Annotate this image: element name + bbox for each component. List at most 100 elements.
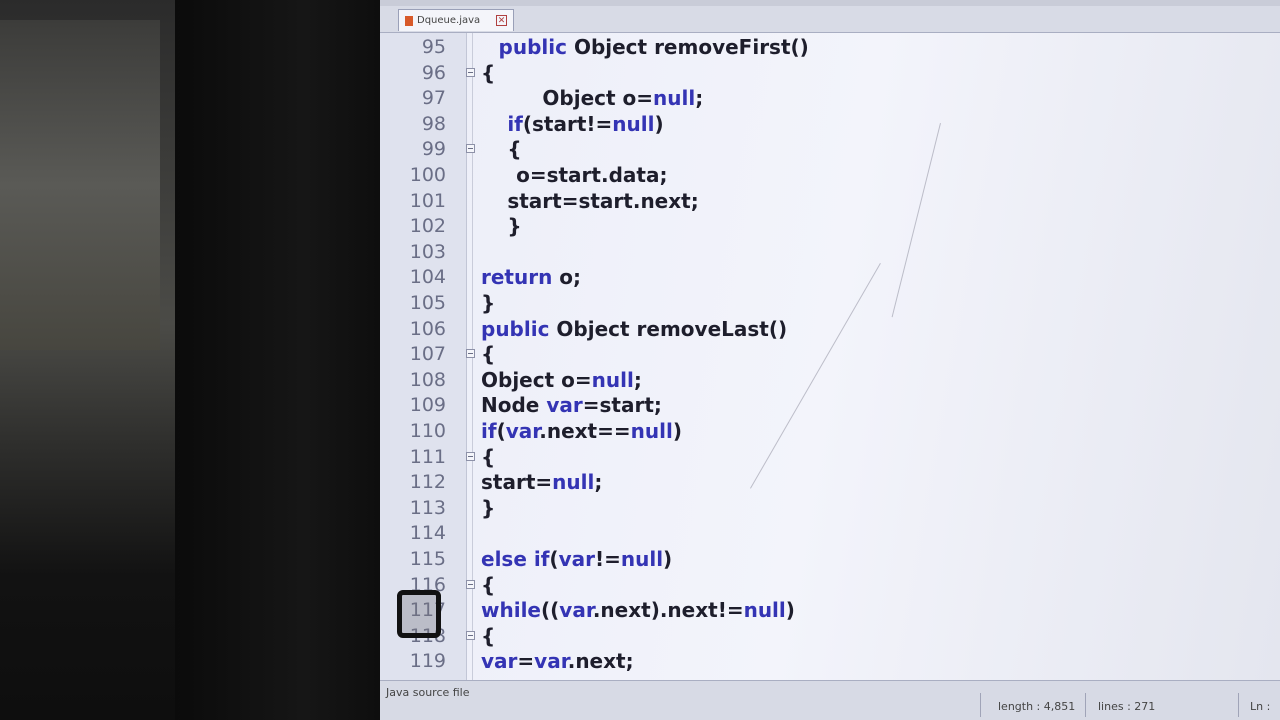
code-token: .next).next!=: [592, 598, 744, 623]
code-token: Node: [481, 393, 547, 418]
code-token: o=start.data;: [516, 163, 668, 187]
code-line[interactable]: 115 else if(var!=null): [380, 547, 1280, 572]
code-token: ;: [594, 470, 603, 495]
line-number: 102: [409, 215, 446, 238]
code-text: Object o=null;: [542, 86, 703, 111]
keyword-token: var: [534, 649, 568, 674]
java-file-icon: [405, 15, 413, 26]
line-number: 97: [421, 87, 446, 110]
line-number: 105: [409, 292, 446, 314]
code-line[interactable]: 117 while((var.next).next!=null): [380, 598, 1280, 623]
code-token: {: [507, 137, 522, 162]
code-text: start=null;: [481, 470, 602, 495]
line-number: 96: [421, 61, 446, 84]
code-text: if(start!=null): [507, 112, 663, 137]
line-number: 113: [409, 496, 446, 519]
line-number: 111: [409, 445, 446, 468]
code-line[interactable]: 111 {: [380, 445, 1280, 470]
code-text: else if(var!=null): [481, 547, 672, 572]
code-line[interactable]: 103: [380, 240, 1280, 265]
code-token: =: [517, 649, 535, 674]
fold-toggle-icon[interactable]: [466, 630, 475, 640]
fold-toggle-icon[interactable]: [466, 144, 475, 154]
code-line[interactable]: 95 public Object removeFirst(): [380, 35, 1280, 60]
background-left: [0, 0, 175, 720]
code-text: Object o=null;: [481, 368, 642, 393]
monitor-bezel: [175, 0, 390, 720]
code-token: {: [481, 623, 496, 648]
code-line[interactable]: 96 {: [380, 61, 1280, 86]
code-token: }: [507, 214, 522, 239]
code-line[interactable]: 119 var=var.next;: [380, 649, 1280, 674]
code-token: (start!=: [522, 111, 613, 136]
line-number: 100: [409, 164, 446, 186]
keyword-token: null: [630, 419, 673, 443]
line-number: 112: [409, 471, 446, 494]
code-token: Object removeLast(): [549, 316, 788, 341]
tab-dqueue-java[interactable]: Dqueue.java ✕: [398, 9, 514, 31]
keyword-token: return: [481, 265, 553, 290]
code-token: ;: [695, 86, 704, 111]
code-token: ): [654, 111, 664, 136]
code-line[interactable]: 118{: [380, 624, 1280, 649]
keyword-token: null: [552, 470, 595, 495]
background-panel: [0, 20, 160, 350]
line-number: 119: [409, 650, 446, 673]
line-number: 107: [409, 343, 446, 366]
keyword-token: var: [505, 419, 540, 443]
code-line[interactable]: 102}: [380, 214, 1280, 239]
code-text: var=var.next;: [481, 649, 634, 674]
code-editor[interactable]: 95 public Object removeFirst() 96 {97 Object…: [380, 33, 1280, 680]
line-number: 101: [409, 189, 446, 212]
code-line[interactable]: 110 if(var.next==null): [380, 419, 1280, 444]
keyword-token: public: [498, 35, 567, 59]
fold-toggle-icon[interactable]: [466, 451, 475, 461]
code-line[interactable]: 100 o=start.data;: [380, 163, 1280, 188]
code-text: return o;: [481, 265, 581, 290]
code-text: Node var=start;: [481, 393, 662, 418]
line-number: 98: [421, 112, 446, 135]
keyword-token: if: [507, 111, 523, 136]
code-line[interactable]: 112 start=null;: [380, 470, 1280, 495]
status-bar: Java source file length : 4,851 lines : …: [380, 680, 1280, 720]
fold-toggle-icon[interactable]: [466, 349, 475, 359]
code-text: if(var.next==null): [481, 419, 682, 444]
code-token: Object o=: [542, 86, 654, 111]
code-token: Object removeFirst(): [566, 35, 809, 59]
code-text: {: [481, 445, 495, 470]
code-line[interactable]: 105}: [380, 291, 1280, 316]
code-text: start=start.next;: [507, 189, 698, 214]
code-line[interactable]: 106 public Object removeLast(): [380, 317, 1280, 342]
keyword-token: else if: [481, 547, 550, 571]
code-token: =start;: [582, 393, 662, 418]
code-line[interactable]: 109 Node var=start;: [380, 393, 1280, 418]
code-line[interactable]: 108 Object o=null;: [380, 368, 1280, 393]
fold-toggle-icon[interactable]: [466, 579, 475, 589]
code-token: ): [785, 598, 795, 623]
code-line[interactable]: 101 start=start.next;: [380, 189, 1280, 214]
code-line[interactable]: 104 return o;: [380, 265, 1280, 290]
close-icon[interactable]: ✕: [496, 15, 507, 26]
code-line[interactable]: 107 {: [380, 342, 1280, 367]
code-line[interactable]: 99 {: [380, 137, 1280, 162]
code-token: .next;: [567, 649, 634, 674]
code-line[interactable]: 98 if(start!=null): [380, 112, 1280, 137]
line-number: 103: [409, 240, 446, 263]
code-line[interactable]: 97 Object o=null;: [380, 86, 1280, 111]
code-text: {: [481, 624, 495, 649]
lines-indicator: lines : 271: [1098, 700, 1156, 713]
code-line[interactable]: 114: [380, 521, 1280, 546]
keyword-token: null: [620, 547, 664, 571]
code-text: o=start.data;: [516, 163, 667, 188]
code-token: }: [481, 291, 496, 315]
length-indicator: length : 4,851: [998, 700, 1076, 713]
code-line[interactable]: 116{: [380, 573, 1280, 598]
code-token: !=: [594, 547, 621, 571]
keyword-token: var: [559, 598, 593, 623]
line-number: 99: [421, 138, 446, 161]
line-number: 115: [409, 548, 446, 570]
line-number: 108: [409, 368, 446, 391]
fold-toggle-icon[interactable]: [466, 67, 475, 77]
code-text: }: [481, 496, 495, 521]
code-line[interactable]: 113}: [380, 496, 1280, 521]
